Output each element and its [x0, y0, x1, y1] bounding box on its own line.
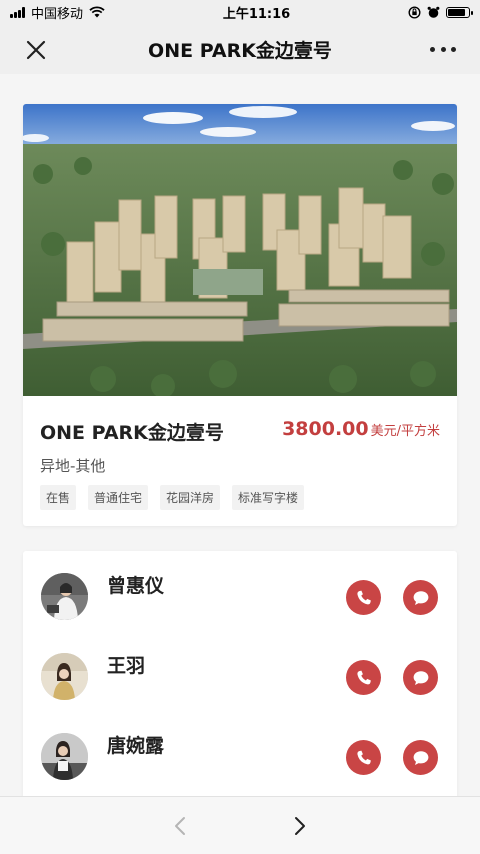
chat-button[interactable]	[403, 580, 438, 615]
content-area[interactable]: ONE PARK金边壹号 3800.00 美元/平方米 异地-其他 在售 普通住…	[0, 74, 480, 796]
bottom-toolbar	[0, 796, 480, 854]
phone-icon	[356, 670, 371, 684]
page-title: ONE PARK金边壹号	[148, 39, 332, 62]
property-location: 异地-其他	[40, 457, 106, 475]
chat-icon	[413, 590, 428, 605]
battery-level	[448, 8, 465, 16]
property-tag: 在售	[40, 485, 77, 510]
agent-name: 王羽	[107, 655, 146, 677]
call-button[interactable]	[346, 580, 381, 615]
price-unit: 美元/平方米	[370, 424, 440, 439]
status-bar: 中国移动 上午11:16	[0, 0, 480, 24]
chevron-left-icon	[175, 817, 185, 835]
property-image[interactable]	[23, 104, 457, 396]
avatar[interactable]	[41, 733, 88, 780]
price-value: 3800.00	[282, 418, 369, 440]
agent-photo	[41, 573, 88, 620]
agent-row[interactable]: 曾惠仪	[23, 573, 457, 633]
nav-bar: ONE PARK金边壹号	[0, 24, 480, 74]
status-right	[408, 5, 473, 19]
agent-photo	[41, 733, 88, 780]
property-tags: 在售 普通住宅 花园洋房 标准写字楼	[40, 485, 305, 510]
agent-name: 曾惠仪	[107, 575, 165, 597]
agent-name: 唐婉露	[107, 735, 165, 757]
property-tag: 普通住宅	[88, 485, 149, 510]
property-tag: 标准写字楼	[232, 485, 305, 510]
property-tag: 花园洋房	[160, 485, 221, 510]
signal-icon	[10, 6, 25, 18]
more-icon-dot	[440, 46, 446, 52]
agent-row[interactable]: 王羽	[23, 653, 457, 713]
wifi-icon	[89, 6, 105, 18]
avatar[interactable]	[41, 573, 88, 620]
agent-row[interactable]: 唐婉露	[23, 733, 457, 793]
agents-card: 曾惠仪 王羽 唐婉露	[23, 551, 457, 796]
more-button[interactable]	[430, 38, 456, 60]
close-icon	[26, 40, 46, 60]
agent-photo	[41, 653, 88, 700]
status-left: 中国移动	[10, 3, 105, 22]
call-button[interactable]	[346, 660, 381, 695]
chevron-right-icon	[295, 817, 305, 835]
phone-icon	[356, 750, 371, 764]
back-button[interactable]	[168, 813, 194, 839]
status-time: 上午11:16	[222, 6, 291, 22]
property-card[interactable]: ONE PARK金边壹号 3800.00 美元/平方米 异地-其他 在售 普通住…	[23, 104, 457, 526]
chat-button[interactable]	[403, 740, 438, 775]
close-button[interactable]	[22, 36, 50, 64]
rotation-lock-icon	[408, 5, 421, 19]
more-icon-dot	[451, 46, 456, 52]
property-photo	[23, 104, 457, 396]
more-icon-dot	[430, 46, 435, 52]
property-price: 3800.00 美元/平方米	[282, 418, 440, 440]
battery-icon	[446, 6, 473, 18]
alarm-icon	[427, 6, 440, 18]
property-name: ONE PARK金边壹号	[40, 422, 224, 444]
call-button[interactable]	[346, 740, 381, 775]
forward-button[interactable]	[286, 813, 312, 839]
chat-icon	[413, 670, 428, 685]
phone-icon	[356, 590, 371, 604]
avatar[interactable]	[41, 653, 88, 700]
chat-button[interactable]	[403, 660, 438, 695]
chat-icon	[413, 750, 428, 765]
carrier-label: 中国移动	[31, 6, 84, 22]
